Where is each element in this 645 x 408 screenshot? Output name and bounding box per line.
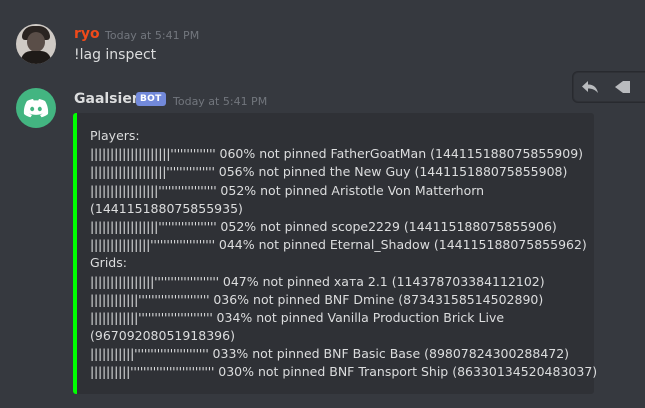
embed-line-text: (96709208051918396)	[90, 328, 235, 344]
embed-line: |||||||||||''''''''''''''''''''''' 033% …	[90, 345, 586, 363]
bot-avatar[interactable]	[16, 88, 56, 128]
embed-line: |||||||||||||||||||''''''''''''''' 056% …	[90, 163, 586, 181]
embed-line-text: Players:	[90, 128, 140, 143]
embed-line-text: Grids:	[90, 255, 127, 271]
embed-line: ||||||||||||'''''''''''''''''''''' 036% …	[90, 291, 586, 309]
lag-bar: |||||||||||'''''''''''''''''''''''	[90, 346, 209, 362]
bot-badge: BOT	[136, 92, 166, 106]
embed-line-text: 047% not pinned хата 2.1 (11437870338411…	[218, 273, 545, 289]
embed-line: |||||||||||||||'''''''''''''''''''' 044%…	[90, 236, 587, 254]
embed-line-text: 034% not pinned Vanilla Production Brick…	[212, 309, 505, 325]
embed-line-text: 060% not pinned FatherGoatMan (144115188…	[215, 146, 584, 162]
reply-icon	[582, 81, 598, 93]
more-button[interactable]	[606, 74, 638, 100]
lag-bar: ||||||||||''''''''''''''''''''''''''	[90, 364, 215, 380]
reply-button[interactable]	[574, 74, 606, 100]
lag-bar: |||||||||||||||||''''''''''''''''''	[90, 218, 217, 234]
embed-line: ||||||||||||||||'''''''''''''''''''' 047…	[90, 273, 586, 291]
lag-bar: ||||||||||||''''''''''''''''''''''	[90, 291, 210, 307]
embed-line-text: (144115188075855935)	[90, 200, 243, 216]
embed-line-text: 036% not pinned BNF Dmine (8734315851450…	[209, 291, 544, 307]
more-icon	[615, 81, 630, 93]
lag-bar: ||||||||||||||||''''''''''''''''''''	[90, 273, 219, 289]
message-embed: Players: ||||||||||||||||||||''''''''''''…	[73, 113, 597, 394]
embed-line-text: 033% not pinned BNF Basic Base (89807824…	[208, 346, 570, 362]
embed-line-text: 052% not pinned Aristotle Von Matterhorn	[216, 182, 485, 198]
author-name[interactable]: Gaalsien	[74, 91, 142, 107]
lag-bar: |||||||||||||||''''''''''''''''''''	[90, 237, 215, 253]
embed-line: Grids:	[90, 254, 586, 272]
embed-line: ||||||||||'''''''''''''''''''''''''' 030…	[90, 363, 597, 381]
message-content: !lag inspect	[74, 47, 157, 63]
message-hover-toolbar	[573, 72, 645, 102]
embed-line: ||||||||||||||||||||'''''''''''''' 060% …	[90, 145, 586, 163]
user-avatar[interactable]	[16, 24, 56, 64]
embed-description: Players: ||||||||||||||||||||''''''''''''…	[90, 127, 597, 382]
message-timestamp: Today at 5:41 PM	[105, 29, 200, 42]
embed-line-text: 052% not pinned scope2229 (1441151880758…	[216, 218, 557, 234]
embed-line: ||||||||||||''''''''''''''''''''''' 034%…	[90, 309, 586, 327]
embed-line: Players:	[90, 127, 586, 145]
embed-line-text: 030% not pinned BNF Transport Ship (8633…	[214, 364, 598, 380]
embed-line-text: 044% not pinned Eternal_Shadow (14411518…	[214, 237, 587, 253]
embed-line: |||||||||||||||||'''''''''''''''''' 052%…	[90, 218, 586, 236]
discord-logo-icon	[23, 99, 49, 118]
lag-bar: |||||||||||||||||''''''''''''''''''	[90, 182, 217, 198]
lag-bar: ||||||||||||||||||||''''''''''''''	[90, 146, 216, 162]
lag-bar: |||||||||||||||||||'''''''''''''''	[90, 164, 215, 180]
author-name[interactable]: ryo	[74, 26, 100, 42]
embed-line: (144115188075855935)	[90, 200, 586, 218]
embed-line: (96709208051918396)	[90, 327, 586, 345]
embed-line: |||||||||||||||||'''''''''''''''''' 052%…	[90, 182, 586, 200]
embed-line-text: 056% not pinned the New Guy (14411518807…	[214, 164, 568, 180]
lag-bar: ||||||||||||'''''''''''''''''''''''	[90, 309, 213, 325]
message-timestamp: Today at 5:41 PM	[173, 95, 268, 108]
